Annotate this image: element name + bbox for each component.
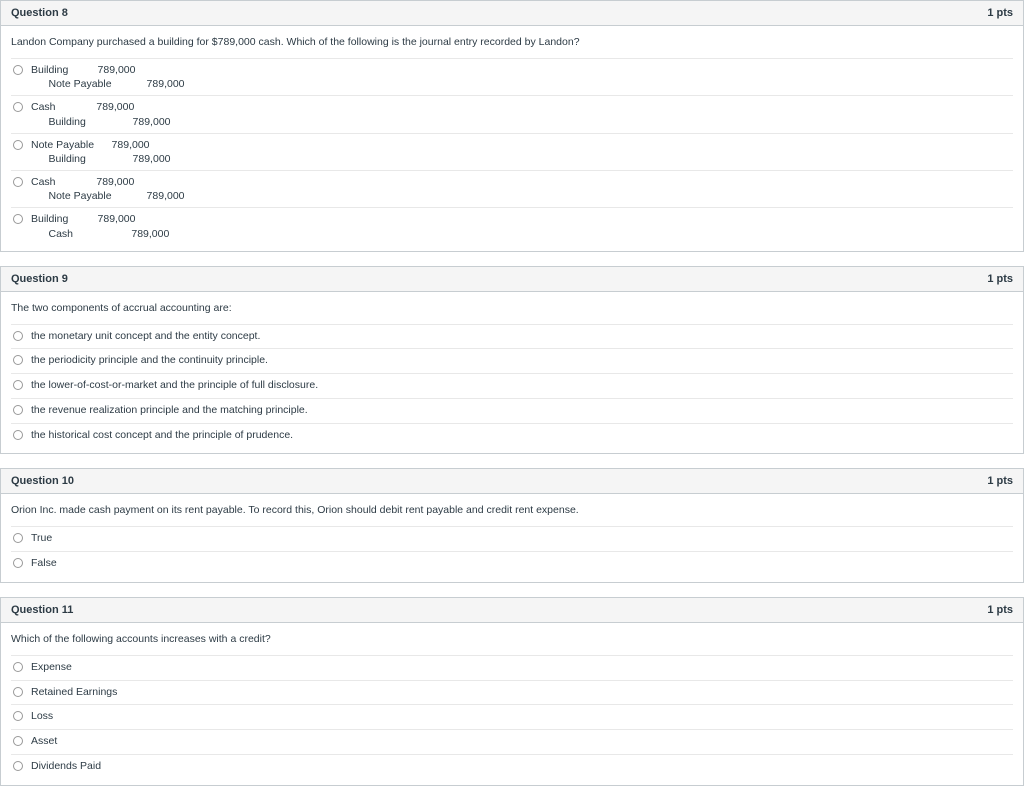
radio-icon[interactable] <box>13 214 23 224</box>
question-number: Question 11 <box>11 604 73 616</box>
answer-option[interactable]: Building 789,000 Cash 789,000 <box>11 207 1013 244</box>
radio-icon[interactable] <box>13 65 23 75</box>
journal-entry: Cash 789,000 Building 789,000 <box>31 100 1013 128</box>
question-block: Question 11 1 pts Which of the following a… <box>0 597 1024 786</box>
question-number: Question 10 <box>11 475 74 487</box>
question-points: 1 pts <box>987 7 1013 19</box>
journal-entry: Building 789,000 Note Payable 789,000 <box>31 63 1013 91</box>
question-number: Question 9 <box>11 273 68 285</box>
question-body: Landon Company purchased a building for … <box>1 26 1023 251</box>
radio-icon[interactable] <box>13 430 23 440</box>
answer-option[interactable]: Dividends Paid <box>11 754 1013 779</box>
question-points: 1 pts <box>987 604 1013 616</box>
answer-text: False <box>31 556 1013 572</box>
answer-text: the historical cost concept and the prin… <box>31 428 1013 444</box>
answer-text: Dividends Paid <box>31 759 1013 775</box>
answer-option[interactable]: Asset <box>11 729 1013 754</box>
answer-option[interactable]: Cash 789,000 Note Payable 789,000 <box>11 170 1013 207</box>
question-prompt: The two components of accrual accounting… <box>11 302 1013 314</box>
radio-icon[interactable] <box>13 662 23 672</box>
answer-content: Dividends Paid <box>31 759 1013 775</box>
question-body: Which of the following accounts increase… <box>1 623 1023 785</box>
answer-text: the monetary unit concept and the entity… <box>31 329 1013 345</box>
answer-text: Loss <box>31 709 1013 725</box>
radio-icon[interactable] <box>13 177 23 187</box>
journal-entry: Building 789,000 Cash 789,000 <box>31 212 1013 240</box>
answer-text: Expense <box>31 660 1013 676</box>
question-prompt: Orion Inc. made cash payment on its rent… <box>11 504 1013 516</box>
question-prompt: Landon Company purchased a building for … <box>11 36 1013 48</box>
answer-option[interactable]: Expense <box>11 655 1013 680</box>
answer-content: the periodicity principle and the contin… <box>31 353 1013 369</box>
answer-option[interactable]: Loss <box>11 704 1013 729</box>
radio-icon[interactable] <box>13 687 23 697</box>
answer-text: True <box>31 531 1013 547</box>
radio-icon[interactable] <box>13 355 23 365</box>
answer-content: Asset <box>31 734 1013 750</box>
question-points: 1 pts <box>987 273 1013 285</box>
radio-icon[interactable] <box>13 533 23 543</box>
answer-text: the periodicity principle and the contin… <box>31 353 1013 369</box>
question-body: The two components of accrual accounting… <box>1 292 1023 454</box>
answer-option[interactable]: Note Payable 789,000 Building 789,000 <box>11 133 1013 170</box>
answer-content: the historical cost concept and the prin… <box>31 428 1013 444</box>
answer-content: False <box>31 556 1013 572</box>
answers-list: the monetary unit concept and the entity… <box>11 324 1013 448</box>
answer-text: the lower-of-cost-or-market and the prin… <box>31 378 1013 394</box>
radio-icon[interactable] <box>13 736 23 746</box>
answer-text: Retained Earnings <box>31 685 1013 701</box>
answer-content: Cash 789,000 Building 789,000 <box>31 100 1013 128</box>
radio-icon[interactable] <box>13 140 23 150</box>
radio-icon[interactable] <box>13 102 23 112</box>
question-points: 1 pts <box>987 475 1013 487</box>
radio-icon[interactable] <box>13 761 23 771</box>
radio-icon[interactable] <box>13 558 23 568</box>
question-prompt: Which of the following accounts increase… <box>11 633 1013 645</box>
question-header: Question 10 1 pts <box>1 469 1023 494</box>
answer-content: True <box>31 531 1013 547</box>
journal-entry: Cash 789,000 Note Payable 789,000 <box>31 175 1013 203</box>
question-header: Question 8 1 pts <box>1 1 1023 26</box>
question-body: Orion Inc. made cash payment on its rent… <box>1 494 1023 582</box>
answer-option[interactable]: Cash 789,000 Building 789,000 <box>11 95 1013 132</box>
question-header: Question 9 1 pts <box>1 267 1023 292</box>
answer-content: the revenue realization principle and th… <box>31 403 1013 419</box>
radio-icon[interactable] <box>13 380 23 390</box>
answer-content: the lower-of-cost-or-market and the prin… <box>31 378 1013 394</box>
answer-content: Retained Earnings <box>31 685 1013 701</box>
answer-option[interactable]: the revenue realization principle and th… <box>11 398 1013 423</box>
answer-content: Note Payable 789,000 Building 789,000 <box>31 138 1013 166</box>
answers-list: Expense Retained Earnings Loss Asset Dividen… <box>11 655 1013 779</box>
radio-icon[interactable] <box>13 711 23 721</box>
answers-list: Building 789,000 Note Payable 789,000 Cas… <box>11 58 1013 245</box>
answer-option[interactable]: Building 789,000 Note Payable 789,000 <box>11 58 1013 95</box>
answers-list: True False <box>11 526 1013 576</box>
question-block: Question 8 1 pts Landon Company purchased … <box>0 0 1024 252</box>
question-header: Question 11 1 pts <box>1 598 1023 623</box>
question-number: Question 8 <box>11 7 68 19</box>
answer-option[interactable]: the periodicity principle and the contin… <box>11 348 1013 373</box>
answer-content: Building 789,000 Cash 789,000 <box>31 212 1013 240</box>
journal-entry: Note Payable 789,000 Building 789,000 <box>31 138 1013 166</box>
quiz-container: Question 8 1 pts Landon Company purchased … <box>0 0 1024 786</box>
radio-icon[interactable] <box>13 331 23 341</box>
answer-option[interactable]: Retained Earnings <box>11 680 1013 705</box>
answer-text: the revenue realization principle and th… <box>31 403 1013 419</box>
answer-content: Cash 789,000 Note Payable 789,000 <box>31 175 1013 203</box>
answer-content: Expense <box>31 660 1013 676</box>
question-block: Question 9 1 pts The two components of acc… <box>0 266 1024 455</box>
answer-option[interactable]: the lower-of-cost-or-market and the prin… <box>11 373 1013 398</box>
answer-text: Asset <box>31 734 1013 750</box>
answer-option[interactable]: the monetary unit concept and the entity… <box>11 324 1013 349</box>
answer-option[interactable]: False <box>11 551 1013 576</box>
answer-option[interactable]: the historical cost concept and the prin… <box>11 423 1013 448</box>
answer-content: Building 789,000 Note Payable 789,000 <box>31 63 1013 91</box>
radio-icon[interactable] <box>13 405 23 415</box>
answer-content: Loss <box>31 709 1013 725</box>
question-block: Question 10 1 pts Orion Inc. made cash pay… <box>0 468 1024 583</box>
answer-content: the monetary unit concept and the entity… <box>31 329 1013 345</box>
answer-option[interactable]: True <box>11 526 1013 551</box>
